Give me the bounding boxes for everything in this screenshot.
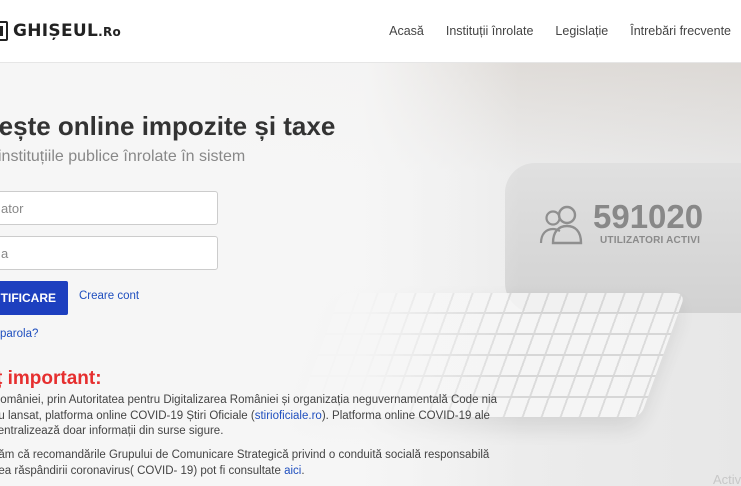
active-users-counter: 591020 UTILIZATORI ACTIVI	[538, 198, 718, 251]
logo-text: GHIȘEUL.Ro	[13, 21, 122, 41]
aici-link[interactable]: aici	[284, 465, 301, 477]
forgot-password-link[interactable]: parola?	[0, 328, 38, 340]
users-icon	[539, 205, 583, 245]
stirioficiale-link[interactable]: stirioficiale.ro	[255, 410, 322, 422]
create-account-link[interactable]: Creare cont	[79, 290, 139, 302]
important-heading: ț important:	[0, 368, 102, 389]
page-title: tește online impozite și taxe	[0, 111, 336, 141]
page-subtitle: instituțiile publice înrolate în sistem	[0, 148, 246, 165]
active-users-label: UTILIZATORI ACTIVI	[600, 235, 701, 246]
header: GHIȘEUL.Ro Acasă Instituții înrolate Leg…	[0, 0, 741, 63]
active-users-count: 591020	[593, 198, 704, 235]
nav-intrebari-frecvente[interactable]: Întrebări frecvente	[630, 24, 731, 38]
nav-institutii-inrolate[interactable]: Instituții înrolate	[446, 24, 534, 38]
username-input[interactable]	[0, 191, 218, 225]
hero-section: tește online impozite și taxe instituții…	[0, 63, 741, 486]
login-button[interactable]: NTIFICARE	[0, 281, 68, 315]
logo[interactable]: GHIȘEUL.Ro	[0, 20, 121, 42]
notice-paragraph-2: năm că recomandările Grupului de Comunic…	[0, 449, 490, 477]
logo-mark-icon	[0, 21, 8, 41]
notice-paragraph-1: României, prin Autoritatea pentru Digita…	[0, 394, 498, 437]
nav-legislatie[interactable]: Legislație	[555, 24, 608, 38]
activation-watermark: Activ	[713, 472, 741, 486]
password-input[interactable]	[0, 236, 218, 270]
nav-acasa[interactable]: Acasă	[389, 24, 424, 38]
main-nav: Acasă Instituții înrolate Legislație Înt…	[367, 0, 741, 62]
